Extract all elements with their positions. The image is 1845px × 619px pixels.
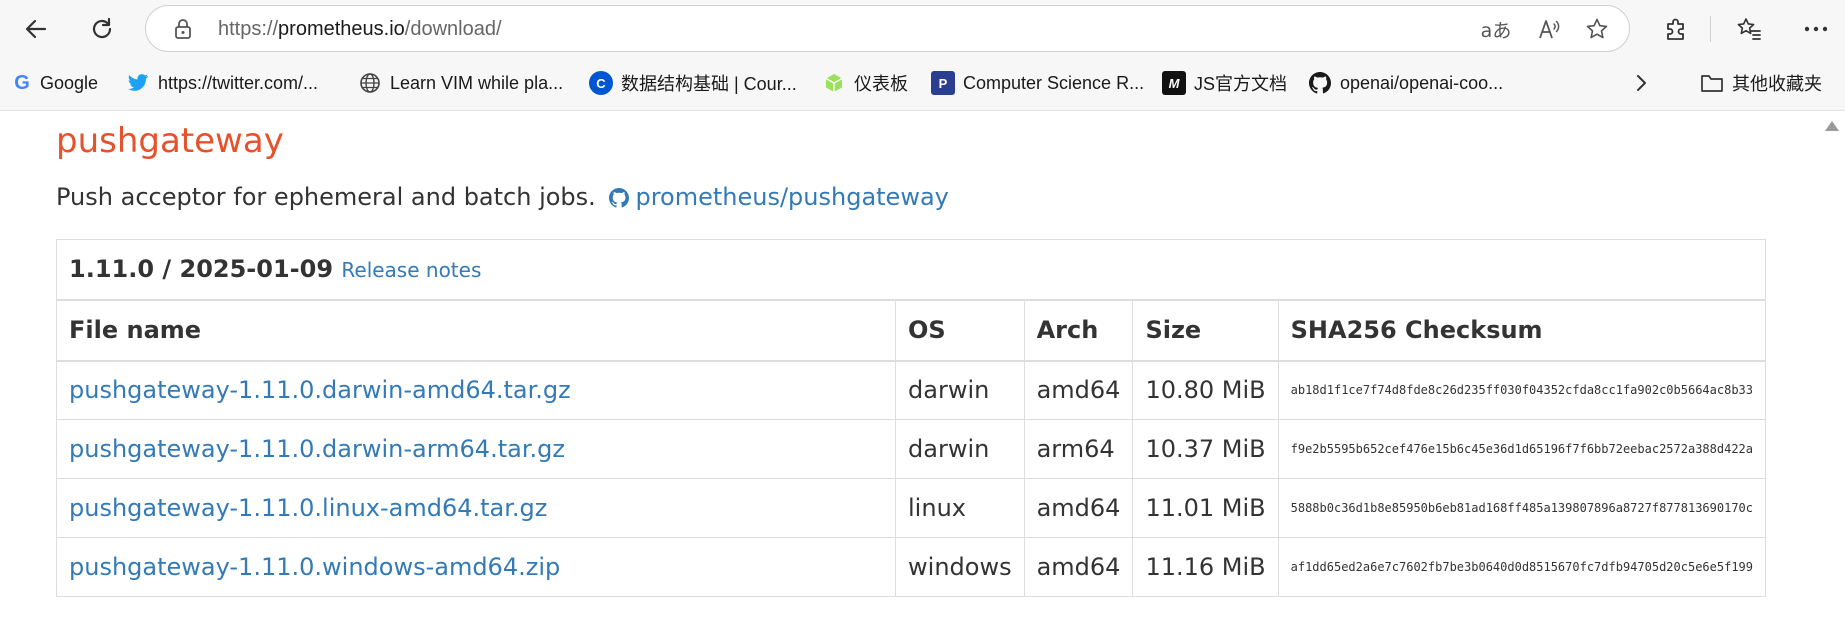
table-row: pushgateway-1.11.0.windows-amd64.zip win… <box>55 537 1767 597</box>
size-cell: 10.37 MiB <box>1132 419 1279 479</box>
back-arrow-icon[interactable] <box>16 9 56 49</box>
checksum-cell: 5888b0c36d1b8e85950b6eb81ad168ff485a1398… <box>1277 478 1767 538</box>
arch-cell: arm64 <box>1023 419 1134 479</box>
file-name-cell: pushgateway-1.11.0.windows-amd64.zip <box>55 537 897 597</box>
extensions-puzzle-icon[interactable] <box>1656 9 1696 49</box>
bookmark-computer-science[interactable]: P Computer Science R... <box>931 70 1144 96</box>
arch-cell: amd64 <box>1023 537 1134 597</box>
section-description: Push acceptor for ephemeral and batch jo… <box>56 183 596 211</box>
bookmarks-bar: G Google https://twitter.com/... Learn V… <box>0 62 1845 104</box>
translate-icon[interactable]: aあ <box>1476 14 1516 44</box>
file-download-link[interactable]: pushgateway-1.11.0.windows-amd64.zip <box>69 553 560 581</box>
bookmark-label: openai/openai-coo... <box>1340 72 1504 93</box>
scrollbar-up-arrow-icon[interactable] <box>1825 121 1839 131</box>
bookmark-coursera[interactable]: C 数据结构基础 | Cour... <box>589 70 797 96</box>
table-row: pushgateway-1.11.0.darwin-arm64.tar.gz d… <box>55 419 1767 479</box>
favorites-icon[interactable] <box>1729 9 1769 49</box>
bookmark-twitter[interactable]: https://twitter.com/... <box>126 70 318 96</box>
arch-cell: amd64 <box>1023 478 1134 538</box>
checksum-cell: af1dd65ed2a6e7c7602fb7be3b0640d0d8515670… <box>1277 537 1767 597</box>
coursera-icon: C <box>589 71 613 95</box>
github-icon <box>1308 71 1332 95</box>
bookmark-js-docs[interactable]: M JS官方文档 <box>1162 70 1287 96</box>
size-cell: 11.16 MiB <box>1132 537 1279 597</box>
bookmark-dashboard[interactable]: 仪表板 <box>822 70 908 96</box>
bookmark-other-favorites[interactable]: 其他收藏夹 <box>1700 70 1822 96</box>
os-cell: darwin <box>895 419 1025 479</box>
bookmark-label: JS官方文档 <box>1194 74 1288 94</box>
checksum-cell: f9e2b5595b652cef476e15b6c45e36d1d65196f7… <box>1277 419 1767 479</box>
arch-cell: amd64 <box>1023 360 1134 420</box>
p-icon: P <box>931 71 955 95</box>
bookmark-learn-vim[interactable]: Learn VIM while pla... <box>358 70 563 96</box>
cube-icon <box>822 71 846 95</box>
file-name-cell: pushgateway-1.11.0.darwin-arm64.tar.gz <box>55 419 897 479</box>
repo-link[interactable]: prometheus/pushgateway <box>635 183 948 211</box>
m-icon: M <box>1162 71 1186 95</box>
column-header-arch: Arch <box>1023 299 1134 362</box>
release-header-row: 1.11.0 / 2025-01-09 Release notes <box>56 239 1766 301</box>
google-icon: G <box>14 71 30 94</box>
bookmark-label: Computer Science R... <box>963 72 1145 93</box>
folder-icon <box>1700 71 1724 95</box>
github-icon <box>609 186 631 208</box>
lock-icon[interactable] <box>168 14 198 44</box>
table-row: pushgateway-1.11.0.darwin-amd64.tar.gz d… <box>55 360 1767 420</box>
url-prefix: https:// <box>218 18 279 40</box>
bookmark-label: Learn VIM while pla... <box>390 72 564 93</box>
table-header-row: File name OS Arch Size SHA256 Checksum <box>55 299 1767 362</box>
bookmark-label: 仪表板 <box>854 74 908 94</box>
bookmark-openai-cookbook[interactable]: openai/openai-coo... <box>1308 70 1503 96</box>
more-menu-icon[interactable] <box>1796 9 1836 49</box>
release-header-cell: 1.11.0 / 2025-01-09 Release notes <box>56 239 1766 301</box>
size-cell: 10.80 MiB <box>1132 360 1279 420</box>
bookmark-label: 数据结构基础 | Cour... <box>621 74 797 94</box>
column-header-file-name: File name <box>55 299 897 362</box>
favorite-star-icon[interactable] <box>1582 14 1612 44</box>
os-cell: darwin <box>895 360 1025 420</box>
column-header-os: OS <box>895 299 1025 362</box>
url-path: /download/ <box>404 18 502 40</box>
page-content: pushgateway Push acceptor for ephemeral … <box>0 110 1845 619</box>
bookmark-label: 其他收藏夹 <box>1732 74 1822 94</box>
twitter-icon <box>126 71 150 95</box>
column-header-checksum: SHA256 Checksum <box>1277 299 1767 362</box>
refresh-icon[interactable] <box>82 9 122 49</box>
section-title: pushgateway <box>56 121 284 161</box>
bookmark-google[interactable]: G Google <box>12 70 98 96</box>
file-download-link[interactable]: pushgateway-1.11.0.darwin-arm64.tar.gz <box>69 435 565 463</box>
read-aloud-icon[interactable] <box>1534 14 1564 44</box>
file-name-cell: pushgateway-1.11.0.darwin-amd64.tar.gz <box>55 360 897 420</box>
url-text[interactable]: https://prometheus.io/download/ <box>218 18 502 41</box>
section-description-line: Push acceptor for ephemeral and batch jo… <box>56 183 949 211</box>
toolbar-divider <box>1710 16 1711 42</box>
os-cell: windows <box>895 537 1025 597</box>
downloads-table: 1.11.0 / 2025-01-09 Release notes File n… <box>55 239 1767 597</box>
os-cell: linux <box>895 478 1025 538</box>
bookmarks-overflow-chevron-icon[interactable] <box>1634 70 1648 96</box>
table-row: pushgateway-1.11.0.linux-amd64.tar.gz li… <box>55 478 1767 538</box>
bookmark-label: Google <box>40 72 99 93</box>
size-cell: 11.01 MiB <box>1132 478 1279 538</box>
bookmark-label: https://twitter.com/... <box>158 72 319 93</box>
browser-toolbar: https://prometheus.io/download/ aあ <box>0 0 1845 58</box>
column-header-size: Size <box>1132 299 1279 362</box>
release-version: 1.11.0 / 2025-01-09 <box>69 255 334 284</box>
address-bar[interactable]: https://prometheus.io/download/ aあ <box>145 5 1630 52</box>
globe-icon <box>358 71 382 95</box>
url-host: prometheus.io <box>278 18 405 40</box>
release-notes-link[interactable]: Release notes <box>341 258 481 282</box>
file-name-cell: pushgateway-1.11.0.linux-amd64.tar.gz <box>55 478 897 538</box>
checksum-cell: ab18d1f1ce7f74d8fde8c26d235ff030f04352cf… <box>1277 360 1767 420</box>
file-download-link[interactable]: pushgateway-1.11.0.darwin-amd64.tar.gz <box>69 376 571 404</box>
file-download-link[interactable]: pushgateway-1.11.0.linux-amd64.tar.gz <box>69 494 547 522</box>
